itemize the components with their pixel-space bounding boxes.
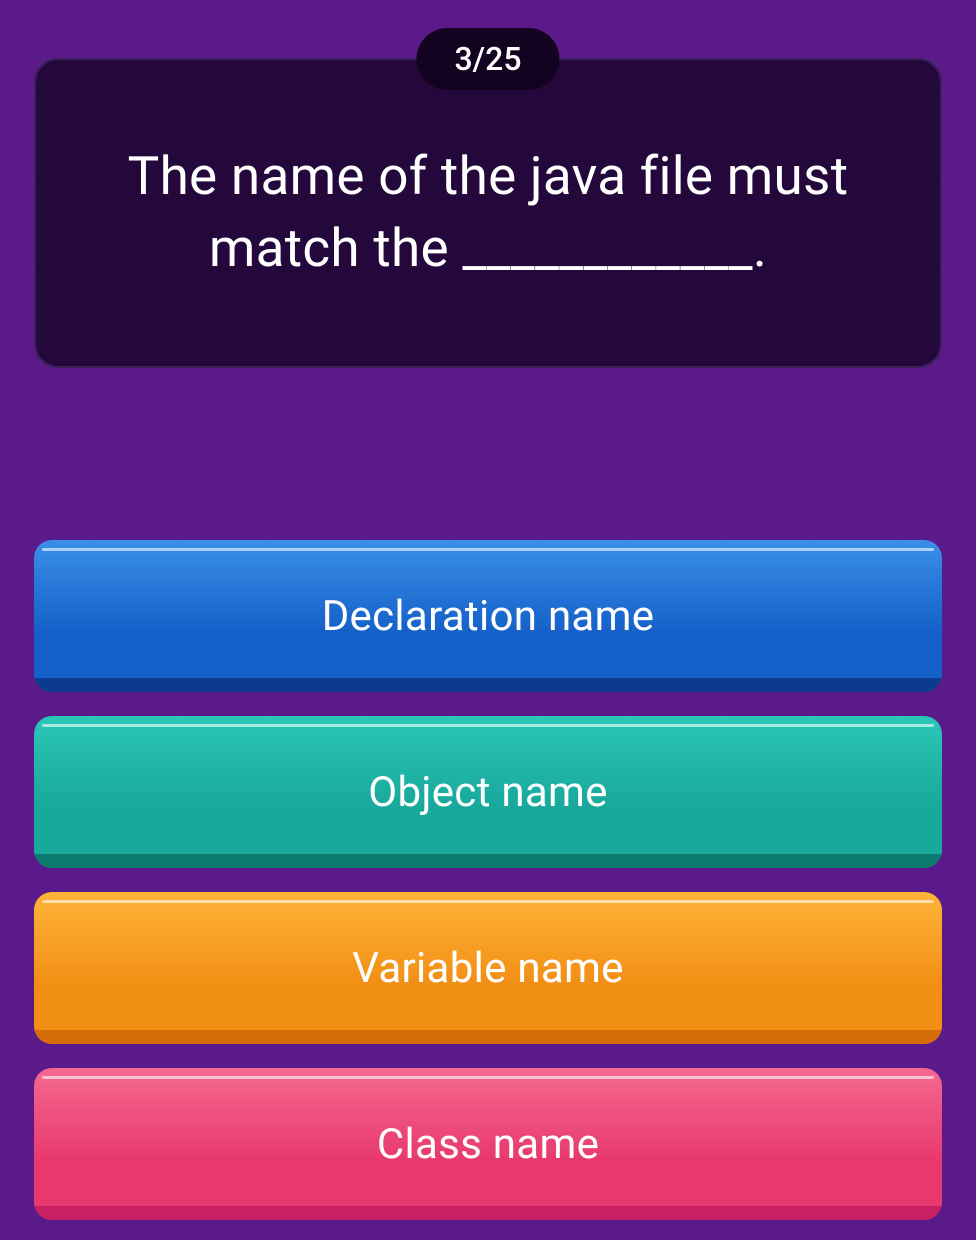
answer-label: Object name [368,768,607,817]
answer-label: Declaration name [322,592,655,641]
answer-label: Class name [377,1120,599,1169]
counter-text: 3/25 [454,40,521,78]
question-text: The name of the java file must match the… [76,141,900,284]
answers-container: Declaration name Object name Variable na… [34,540,942,1220]
question-counter: 3/25 [416,28,559,90]
answer-option-2[interactable]: Object name [34,716,942,868]
answer-option-4[interactable]: Class name [34,1068,942,1220]
answer-label: Variable name [352,944,623,993]
question-card: The name of the java file must match the… [34,58,942,368]
answer-option-3[interactable]: Variable name [34,892,942,1044]
answer-option-1[interactable]: Declaration name [34,540,942,692]
